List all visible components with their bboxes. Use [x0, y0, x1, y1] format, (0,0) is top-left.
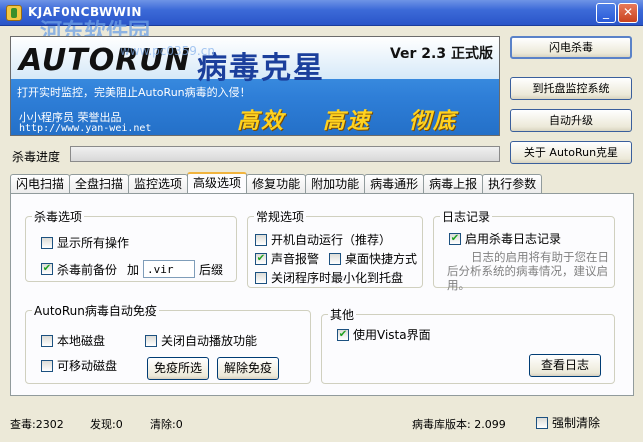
scan-progress-bar: [70, 146, 500, 162]
about-button[interactable]: 关于 AutoRun克星: [510, 141, 632, 164]
tray-monitor-button[interactable]: 到托盘监控系统: [510, 77, 632, 100]
status-bar: 查毒:2302 发现:0 清除:0 病毒库版本: 2.099 强制清除: [0, 412, 643, 436]
checkbox-box[interactable]: [329, 252, 341, 265]
checkbox-label: 启用杀毒日志记录: [465, 232, 562, 246]
log-title: 日志记录: [442, 210, 491, 224]
backup-before-kill-checkbox[interactable]: ✔ 杀毒前备份 加 后缀: [41, 260, 223, 278]
enable-log-checkbox[interactable]: ✔ 启用杀毒日志记录: [449, 230, 561, 247]
autorun-checkbox[interactable]: 开机自动运行（推荐）: [255, 231, 391, 248]
title-bar[interactable]: KJAF0NCBWWIN 河东软件园 _ ✕: [0, 0, 643, 45]
tab-strip: 闪电扫描 全盘扫描 监控选项 高级选项 修复功能 附加功能 病毒通形 病毒上报 执行参数: [10, 172, 543, 194]
tab-2[interactable]: 监控选项: [128, 174, 189, 193]
add-label: 加: [127, 262, 140, 277]
slogan-efficient: 高效: [237, 109, 286, 134]
virus-db-version: 病毒库版本: 2.099: [412, 418, 506, 431]
immune-selected-button[interactable]: 免疫所选: [147, 357, 209, 380]
checkbox-box[interactable]: [41, 359, 53, 372]
logo-chinese: 病毒克星: [197, 51, 325, 86]
checkbox-label: 强制清除: [552, 416, 601, 430]
flash-kill-button[interactable]: 闪电杀毒: [510, 36, 632, 59]
checkbox-box[interactable]: ✔: [337, 328, 349, 341]
watermark-url: www.pc0359.cn: [120, 44, 215, 58]
general-options-title: 常规选项: [256, 210, 305, 224]
auto-upgrade-button[interactable]: 自动升级: [510, 109, 632, 132]
sound-alarm-checkbox[interactable]: ✔ 声音报警: [255, 250, 319, 267]
checkbox-label: 关闭程序时最小化到托盘: [271, 271, 404, 285]
show-all-checkbox[interactable]: 显示所有操作: [41, 234, 129, 251]
checkbox-box[interactable]: [255, 233, 267, 246]
checkbox-box[interactable]: [145, 334, 157, 347]
kill-options-title: 杀毒选项: [34, 210, 83, 224]
checkbox-label: 桌面快捷方式: [345, 252, 418, 266]
checkbox-label: 关闭自动播放功能: [161, 334, 258, 348]
found-count: 发现:0: [90, 418, 123, 431]
cleared-count: 清除:0: [150, 418, 183, 431]
app-icon: [6, 5, 22, 21]
checkbox-box[interactable]: [536, 416, 548, 429]
checkbox-box[interactable]: ✔: [41, 263, 53, 275]
tab-3[interactable]: 高级选项: [187, 172, 248, 193]
tab-1[interactable]: 全盘扫描: [69, 174, 130, 193]
advanced-options-panel: 杀毒选项 显示所有操作 ✔ 杀毒前备份 加 后缀 常规选项 开机自动运行（推荐）…: [10, 193, 634, 396]
vista-ui-checkbox[interactable]: ✔ 使用Vista界面: [337, 326, 431, 343]
checkbox-label: 本地磁盘: [57, 334, 106, 348]
desktop-shortcut-checkbox[interactable]: 桌面快捷方式: [329, 250, 417, 267]
immune-title: AutoRun病毒自动免疫: [34, 304, 157, 318]
slogan-thorough: 彻底: [409, 109, 458, 134]
other-title: 其他: [330, 308, 355, 322]
checkbox-box[interactable]: ✔: [449, 232, 461, 245]
website-link: http://www.yan-wei.net: [19, 123, 152, 134]
checkbox-label: 显示所有操作: [57, 236, 130, 250]
tab-7[interactable]: 病毒上报: [423, 174, 484, 193]
remove-immune-button[interactable]: 解除免疫: [217, 357, 279, 380]
checkbox-label: 声音报警: [271, 252, 320, 266]
tagline: 打开实时监控，完美阻止AutoRun病毒的入侵！: [17, 86, 251, 99]
tab-5[interactable]: 附加功能: [305, 174, 366, 193]
minimize-button[interactable]: _: [596, 3, 616, 23]
product-banner: AUTORUN 病毒克星 Ver 2.3 正式版 打开实时监控，完美阻止Auto…: [10, 36, 500, 136]
tab-8[interactable]: 执行参数: [482, 174, 543, 193]
tab-4[interactable]: 修复功能: [246, 174, 307, 193]
tab-0[interactable]: 闪电扫描: [10, 174, 71, 193]
checkbox-box[interactable]: [41, 334, 53, 347]
slogan-fast: 高速: [323, 109, 372, 134]
checkbox-label: 使用Vista界面: [353, 328, 431, 342]
progress-label: 杀毒进度: [12, 150, 61, 164]
suffix-label: 后缀: [199, 262, 224, 277]
checkbox-box[interactable]: [41, 236, 53, 249]
log-hint: 日志的启用将有助于您在日后分析系统的病毒情况，建议启用。: [447, 250, 609, 292]
disable-autoplay-checkbox[interactable]: 关闭自动播放功能: [145, 332, 257, 349]
checkbox-box[interactable]: ✔: [255, 252, 267, 265]
checkbox-label: 开机自动运行（推荐）: [271, 233, 392, 247]
local-disk-checkbox[interactable]: 本地磁盘: [41, 332, 105, 349]
removable-disk-checkbox[interactable]: 可移动磁盘: [41, 357, 117, 374]
version-label: Ver 2.3 正式版: [389, 46, 493, 62]
checkbox-label: 可移动磁盘: [57, 359, 118, 373]
checkbox-box[interactable]: [255, 271, 267, 284]
view-log-button[interactable]: 查看日志: [529, 354, 601, 377]
close-button[interactable]: ✕: [618, 3, 638, 23]
minimize-to-tray-checkbox[interactable]: 关闭程序时最小化到托盘: [255, 269, 403, 286]
checkbox-label: 杀毒前备份: [57, 262, 118, 277]
scanned-count: 查毒:2302: [10, 418, 64, 431]
force-clear-checkbox[interactable]: 强制清除: [536, 414, 600, 431]
backup-suffix-input[interactable]: [143, 260, 196, 278]
tab-6[interactable]: 病毒通形: [364, 174, 425, 193]
